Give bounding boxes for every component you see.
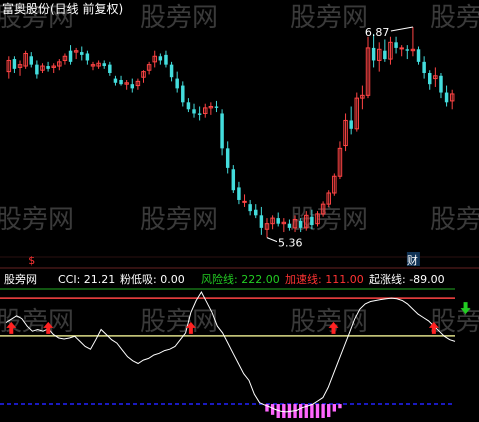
watermark-text: 股旁网	[290, 3, 368, 33]
candle-body	[164, 54, 168, 65]
watermark-text: 股旁网	[140, 3, 218, 33]
candle-body	[29, 56, 33, 65]
watermark-text: 股旁网	[290, 307, 368, 337]
candle-body	[371, 47, 376, 61]
indicator-name: 股旁网	[4, 272, 37, 286]
candle-body	[68, 50, 73, 62]
candle-body	[287, 223, 292, 228]
candle-body	[12, 59, 17, 69]
candle-body	[119, 79, 123, 85]
risk-label: 风险线: 222.00	[201, 272, 280, 286]
candle-body	[220, 113, 224, 149]
candle-body	[113, 78, 118, 83]
candle-body	[259, 215, 264, 228]
low-marker-label: 5.36	[278, 237, 303, 250]
watermark-text: 股旁网	[430, 3, 479, 33]
event-marker-right: 财	[407, 253, 418, 267]
candle-body	[399, 47, 404, 50]
candle-body	[254, 209, 258, 216]
candle-body	[248, 204, 252, 212]
candle-body	[237, 187, 241, 200]
watermark-text: 股旁网	[430, 307, 479, 337]
cci-label: CCI: 21.21	[58, 273, 115, 286]
candle-body	[225, 148, 230, 168]
candle-body	[214, 106, 219, 108]
candle-body	[422, 61, 426, 74]
high-marker-label: 6.87	[365, 26, 390, 39]
candle-body	[439, 75, 443, 93]
candle-body	[85, 53, 90, 61]
candle-body	[405, 49, 410, 51]
candle-body	[46, 66, 50, 69]
candle-body	[310, 216, 314, 226]
watermark-text: 股旁网	[140, 307, 218, 337]
candle-body	[242, 200, 247, 203]
chart-stage: 股旁网股旁网股旁网股旁网股旁网股旁网股旁网股旁网股旁网股旁网股旁网股旁网 6.8…	[0, 0, 479, 422]
candle-body	[276, 218, 280, 224]
candle-body	[197, 113, 202, 115]
indicator-header: 股旁网 CCI: 21.21 粉低吸: 0.00 风险线: 222.00 加速线…	[4, 272, 445, 286]
candle-body	[108, 64, 112, 74]
candle-body	[231, 169, 236, 191]
watermark-text: 股旁网	[140, 205, 218, 235]
candle-body	[298, 220, 303, 228]
chart-title: 富奥股份(日线 前复权)	[2, 1, 123, 16]
watermark-text: 股旁网	[430, 205, 479, 235]
candle-body	[130, 84, 135, 89]
candle-body	[394, 42, 398, 48]
candle-body	[175, 78, 179, 89]
candle-body	[383, 50, 387, 60]
watermark-text: 股旁网	[290, 205, 368, 235]
start-label: 起涨线: -89.00	[369, 272, 445, 286]
candle-body	[102, 63, 106, 67]
accel-label: 加速线: 111.00	[285, 272, 364, 286]
candle-body	[428, 73, 432, 85]
candle-body	[192, 109, 196, 114]
candle-body	[80, 52, 84, 55]
candle-body	[158, 56, 163, 61]
candle-body	[35, 64, 39, 75]
candle-body	[186, 102, 191, 110]
watermark-text: 股旁网	[0, 205, 74, 235]
candle-body	[444, 92, 449, 103]
candle-body	[169, 64, 174, 78]
candle-body	[181, 85, 185, 103]
candle-body	[349, 120, 353, 129]
candle-body	[416, 49, 421, 62]
event-marker-left: $	[28, 254, 35, 267]
fen-label: 粉低吸: 0.00	[120, 273, 185, 286]
